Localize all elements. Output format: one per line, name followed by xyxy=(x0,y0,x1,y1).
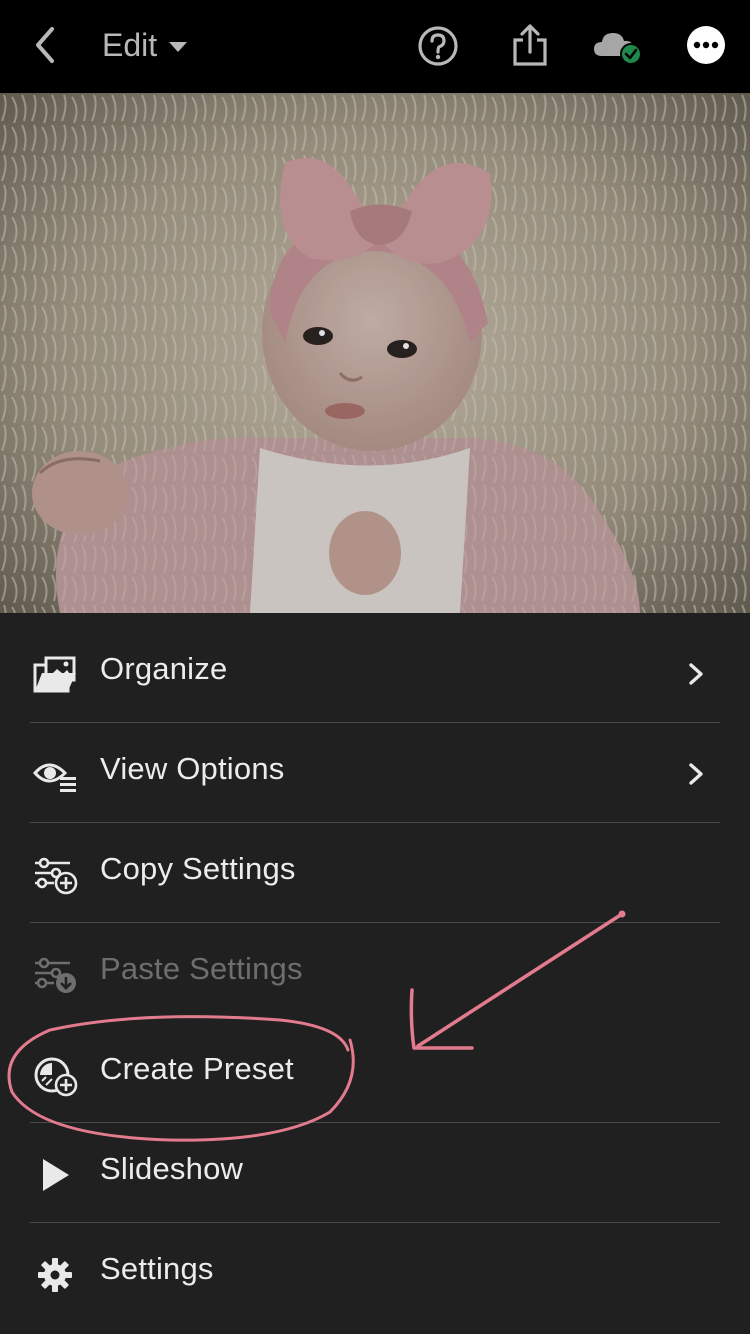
menu-item-organize[interactable]: Organize xyxy=(0,623,750,723)
eye-list-icon xyxy=(30,753,80,797)
menu-item-label: Create Preset xyxy=(100,1051,294,1086)
more-options-button[interactable] xyxy=(684,23,728,67)
menu-item-settings[interactable]: Settings xyxy=(0,1223,750,1323)
menu-item-label: Paste Settings xyxy=(100,951,303,986)
edit-menu: Organize View Options Copy Settings Past… xyxy=(0,623,750,1323)
share-icon xyxy=(513,24,547,66)
more-icon xyxy=(687,26,725,64)
edit-mode-dropdown[interactable]: Edit xyxy=(102,20,188,70)
top-bar: Edit xyxy=(0,0,750,93)
share-button[interactable] xyxy=(508,20,552,70)
baby-photo xyxy=(0,93,750,613)
menu-item-view-options[interactable]: View Options xyxy=(0,723,750,823)
menu-item-label: View Options xyxy=(100,751,285,786)
help-icon xyxy=(418,26,458,66)
menu-item-copy-settings[interactable]: Copy Settings xyxy=(0,823,750,923)
sliders-plus-icon xyxy=(30,853,80,897)
folder-photo-icon xyxy=(30,653,80,697)
menu-item-label: Slideshow xyxy=(100,1151,244,1186)
back-button[interactable] xyxy=(20,22,70,68)
gear-icon xyxy=(30,1253,80,1297)
sliders-download-icon xyxy=(30,953,80,997)
cloud-sync-icon xyxy=(594,33,642,65)
help-button[interactable] xyxy=(416,24,460,68)
chevron-right-icon xyxy=(689,763,703,785)
menu-item-label: Organize xyxy=(100,651,228,686)
menu-item-paste-settings[interactable]: Paste Settings xyxy=(0,923,750,1023)
play-icon xyxy=(30,1153,80,1197)
menu-item-label: Settings xyxy=(100,1251,214,1286)
edit-label: Edit xyxy=(102,26,158,63)
menu-item-slideshow[interactable]: Slideshow xyxy=(0,1123,750,1223)
chevron-right-icon xyxy=(689,663,703,685)
photo-preview[interactable] xyxy=(0,93,750,613)
back-chevron-icon xyxy=(36,27,54,63)
cloud-sync-status[interactable] xyxy=(590,24,646,68)
menu-item-create-preset[interactable]: Create Preset xyxy=(0,1023,750,1123)
caret-down-icon xyxy=(169,42,188,52)
preset-plus-icon xyxy=(30,1053,80,1097)
menu-item-label: Copy Settings xyxy=(100,851,296,886)
